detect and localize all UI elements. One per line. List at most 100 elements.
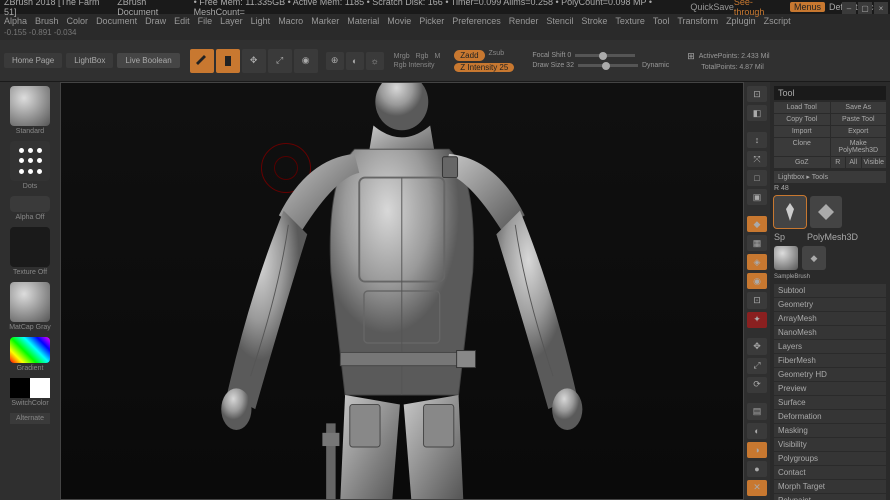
transp-button[interactable]: ◐ [747,423,767,439]
material-swatch[interactable] [10,282,50,322]
tool-thumb-d[interactable]: ◆ [802,246,826,270]
actual-icon[interactable]: □ [747,170,767,186]
viewport[interactable] [60,82,744,500]
goz-visible-button[interactable]: Visible [862,157,887,168]
menu-movie[interactable]: Movie [387,16,411,26]
xpose-button[interactable]: ✕ [747,480,767,496]
persp-button[interactable]: ◆ [747,216,767,232]
polyf-button[interactable]: ▤ [747,403,767,419]
goz-r-button[interactable]: R [831,157,846,168]
stroke-swatch[interactable] [10,141,50,181]
section-masking[interactable]: Masking [774,424,886,437]
tool-thumb-b[interactable] [810,196,842,228]
rotate-mode-button[interactable]: ◉ [294,49,318,73]
tab-home[interactable]: Home Page [4,53,62,68]
extra-icon[interactable]: ☼ [366,52,384,70]
menu-zplugin[interactable]: Zplugin [726,16,756,26]
focal-shift-label[interactable]: Focal Shift 0 [532,52,571,59]
make-polymesh-button[interactable]: Make PolyMesh3D [831,138,887,156]
section-geometry[interactable]: Geometry [774,298,886,311]
menu-file[interactable]: File [198,16,213,26]
section-visibility[interactable]: Visibility [774,438,886,451]
section-preview[interactable]: Preview [774,382,886,395]
section-polypaint[interactable]: Polypaint [774,494,886,500]
m-label[interactable]: M [434,53,440,60]
move-mode-button[interactable]: ✥ [242,49,266,73]
floor-button[interactable]: ▦ [747,235,767,251]
xyz-button[interactable]: ✦ [747,312,767,328]
menus-button[interactable]: Menus [790,2,825,12]
zsub-label[interactable]: Zsub [489,50,505,61]
bpr-icon[interactable]: ◧ [747,105,767,121]
section-polygroups[interactable]: Polygroups [774,452,886,465]
alpha-swatch[interactable] [10,196,50,212]
export-button[interactable]: Export [831,126,887,137]
sculptris-icon[interactable]: ◐ [346,52,364,70]
tab-livebool[interactable]: Live Boolean [117,53,179,68]
scroll-icon[interactable]: ↕ [747,132,767,148]
import-button[interactable]: Import [774,126,830,137]
minimize-button[interactable]: – [842,2,856,14]
menu-layer[interactable]: Layer [220,16,243,26]
zadd-button[interactable]: Zadd [454,50,484,61]
menu-edit[interactable]: Edit [174,16,190,26]
tool-panel-title[interactable]: Tool [774,86,886,100]
menu-tool[interactable]: Tool [653,16,670,26]
menu-document[interactable]: Document [96,16,137,26]
close-button[interactable]: × [874,2,888,14]
tab-lightbox[interactable]: LightBox [66,53,113,68]
rgb-label[interactable]: Rgb [416,53,429,60]
solo-button[interactable]: ● [747,461,767,477]
seethrough-label[interactable]: See-through [734,0,782,17]
gizmo-icon[interactable]: ⊕ [326,52,344,70]
clone-button[interactable]: Clone [774,138,830,156]
section-arraymesh[interactable]: ArrayMesh [774,312,886,325]
draw-mode-button[interactable] [216,49,240,73]
switchcolor-label[interactable]: SwitchColor [11,400,48,407]
local-button[interactable]: ◈ [747,254,767,270]
section-layers[interactable]: Layers [774,340,886,353]
edit-mode-button[interactable] [190,49,214,73]
menu-macro[interactable]: Macro [278,16,303,26]
aahalf-icon[interactable]: ▣ [747,189,767,205]
section-fibermesh[interactable]: FiberMesh [774,354,886,367]
mrgb-label[interactable]: Mrgb [394,53,410,60]
z-intensity-slider[interactable]: Z Intensity 25 [454,63,514,72]
menu-transform[interactable]: Transform [677,16,718,26]
texture-swatch[interactable] [10,227,50,267]
section-geometry-hd[interactable]: Geometry HD [774,368,886,381]
menu-draw[interactable]: Draw [145,16,166,26]
tool-thumb-active[interactable] [774,196,806,228]
frame-button[interactable]: ⊡ [747,292,767,308]
draw-size-slider[interactable] [578,64,638,67]
menu-picker[interactable]: Picker [419,16,444,26]
section-morph-target[interactable]: Morph Target [774,480,886,493]
spix-icon[interactable]: ⊡ [747,86,767,102]
menu-alpha[interactable]: Alpha [4,16,27,26]
menu-preferences[interactable]: Preferences [452,16,501,26]
color-picker[interactable] [10,337,50,363]
draw-size-label[interactable]: Draw Size 32 [532,62,574,69]
dynamic-label[interactable]: Dynamic [642,62,669,69]
menu-stencil[interactable]: Stencil [546,16,573,26]
move-view-button[interactable]: ✥ [747,338,767,354]
scale-mode-button[interactable]: ⤢ [268,49,292,73]
section-nanomesh[interactable]: NanoMesh [774,326,886,339]
menu-texture[interactable]: Texture [615,16,645,26]
rotate-view-button[interactable]: ⟳ [747,377,767,393]
menu-render[interactable]: Render [509,16,539,26]
section-surface[interactable]: Surface [774,396,886,409]
menu-zscript[interactable]: Zscript [764,16,791,26]
lconv-button[interactable]: ◉ [747,273,767,289]
menu-stroke[interactable]: Stroke [581,16,607,26]
alternate-button[interactable]: Alternate [10,413,50,424]
lightbox-tools-button[interactable]: Lightbox ▸ Tools [774,171,886,183]
goz-all-button[interactable]: All [846,157,861,168]
ghost-button[interactable]: ◑ [747,442,767,458]
menu-light[interactable]: Light [251,16,271,26]
color-pair[interactable] [10,378,50,398]
menu-marker[interactable]: Marker [311,16,339,26]
section-deformation[interactable]: Deformation [774,410,886,423]
load-tool-button[interactable]: Load Tool [774,102,830,113]
zoom-icon[interactable]: ⤧ [747,151,767,167]
